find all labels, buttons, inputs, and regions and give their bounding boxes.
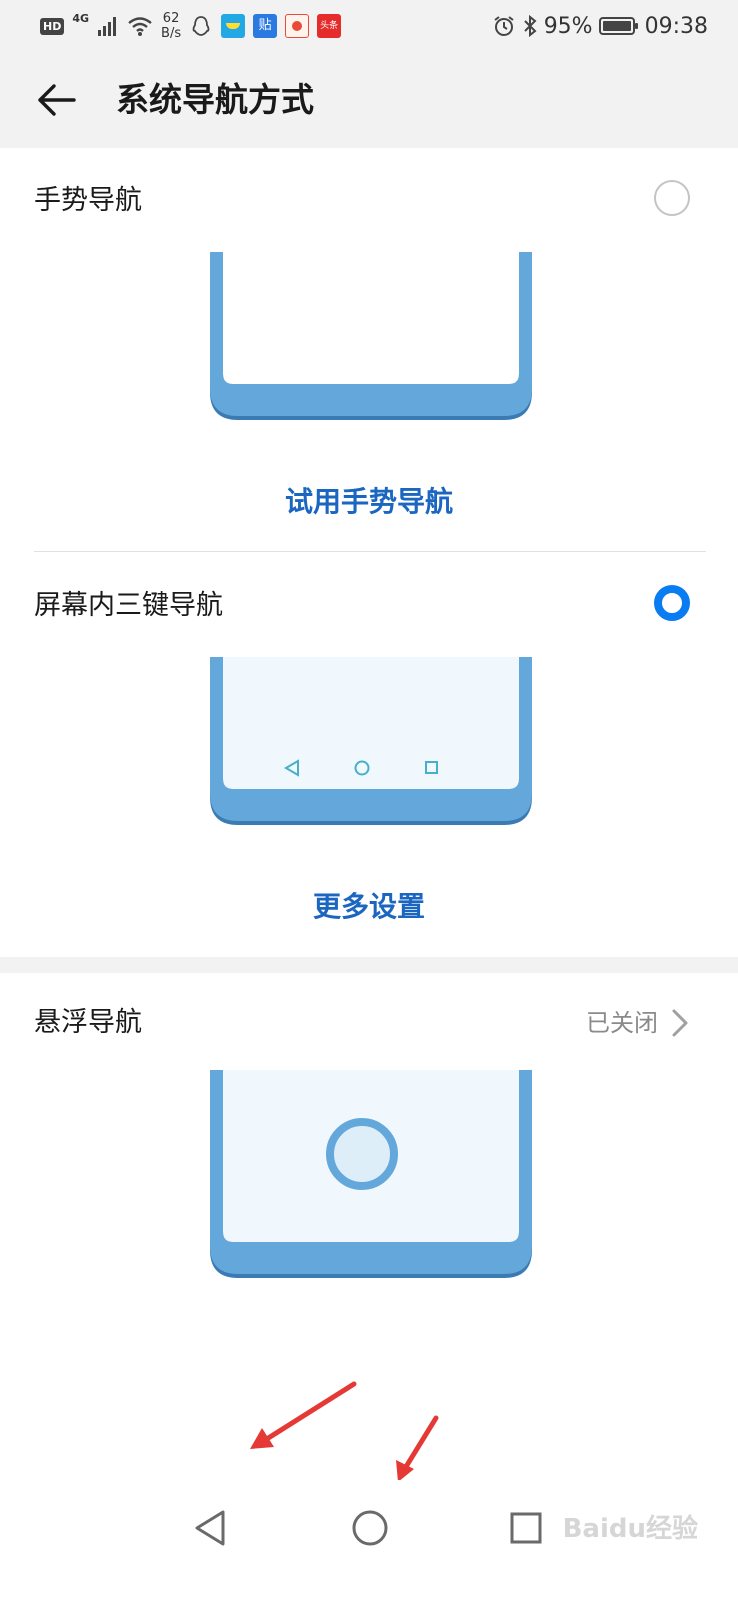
alarm-icon: [494, 16, 514, 36]
status-bar: HD 4G 62 B/s 贴 头条 95% 09:38: [0, 0, 738, 52]
section-gap: [0, 957, 738, 973]
option-three-key-label: 屏幕内三键导航: [34, 590, 223, 621]
floating-illustration: [210, 1070, 532, 1278]
speed-value: 62: [162, 11, 180, 26]
page: HD 4G 62 B/s 贴 头条 95% 09:38 系统导航方式 手势导航 …: [0, 0, 738, 1600]
nav-recents-square-icon[interactable]: [508, 1510, 544, 1546]
tieba-icon: 贴: [253, 14, 278, 38]
try-gesture-link[interactable]: 试用手势导航: [0, 482, 738, 522]
status-left: HD 4G 62 B/s 贴 头条: [40, 8, 342, 44]
option-gesture-radio[interactable]: [654, 180, 690, 216]
option-floating-label: 悬浮导航: [34, 1007, 142, 1038]
network-type: 4G: [72, 11, 90, 25]
network-speed: 62 B/s: [161, 11, 181, 41]
back-button[interactable]: [34, 78, 78, 122]
option-three-key-radio[interactable]: [654, 585, 690, 621]
status-right: 95% 09:38: [492, 8, 708, 44]
mascot-app-icon: [285, 14, 310, 38]
option-gesture-label: 手势导航: [34, 185, 142, 216]
divider: [34, 551, 706, 552]
signal-icon: [98, 17, 117, 36]
speed-unit: B/s: [161, 26, 182, 41]
app-bar: 系统导航方式: [0, 52, 738, 148]
arrow-left-icon: [38, 84, 76, 116]
chevron-right-icon: [672, 1009, 688, 1037]
qq-icon: [192, 16, 210, 36]
page-title: 系统导航方式: [116, 80, 314, 119]
nav-home-circle-icon[interactable]: [350, 1508, 390, 1548]
more-settings-link[interactable]: 更多设置: [0, 887, 738, 927]
three-key-illustration: [210, 657, 532, 825]
gesture-illustration: [210, 252, 532, 420]
battery-percent: 95%: [543, 13, 593, 39]
floating-status: 已关闭: [586, 1009, 658, 1037]
bluetooth-icon: [523, 14, 537, 38]
wifi-icon: [128, 17, 152, 36]
clock: 09:38: [644, 13, 708, 39]
toutiao-icon: 头条: [317, 14, 342, 38]
annotation-arrow-icon: [396, 1415, 439, 1482]
kids-app-icon: [221, 14, 246, 38]
annotation-arrow-icon: [250, 1381, 357, 1449]
annotation-arrows: [250, 1381, 439, 1482]
battery-icon: [598, 17, 638, 35]
watermark: Baidu经验: [562, 1514, 698, 1544]
hd-badge: HD: [40, 17, 65, 35]
nav-back-triangle-icon[interactable]: [193, 1508, 227, 1548]
